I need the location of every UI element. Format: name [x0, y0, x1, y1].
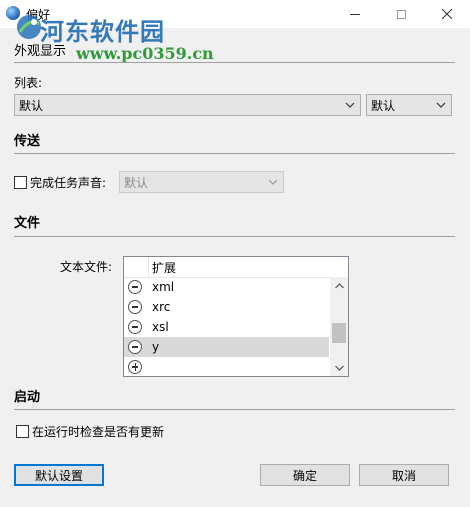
files-divider	[14, 236, 455, 237]
minimize-icon	[350, 13, 360, 15]
list-combo-secondary[interactable]: 默认	[366, 94, 452, 116]
list-combo-value: 默认	[19, 98, 44, 113]
list-combo[interactable]: 默认	[14, 94, 361, 116]
scroll-down-button[interactable]	[330, 359, 348, 376]
extensions-column-header[interactable]: 扩展	[124, 257, 330, 278]
transfer-section-title: 传送	[14, 134, 41, 149]
watermark-url: www.pc0359.cn	[76, 44, 214, 63]
chevron-down-icon	[436, 102, 446, 108]
defaults-button[interactable]: 默认设置	[14, 464, 104, 486]
sound-checkbox-label: 完成任务声音:	[30, 176, 107, 190]
window-title: 偏好	[26, 8, 51, 22]
list-item-label: xsl	[152, 320, 169, 334]
list-item-label: y	[152, 340, 160, 354]
app-icon	[6, 6, 20, 20]
appearance-divider	[14, 62, 455, 63]
sound-checkbox[interactable]	[14, 176, 27, 189]
list-item-label: xrc	[152, 300, 171, 314]
text-files-label: 文本文件:	[60, 260, 113, 274]
cancel-button[interactable]: 取消	[359, 464, 449, 486]
update-check-label: 在运行时检查是否有更新	[32, 425, 165, 439]
list-item[interactable]: xsl	[124, 317, 329, 337]
list-item[interactable]: xrc	[124, 297, 329, 317]
appearance-section-title: 外观显示	[14, 44, 67, 59]
minimize-button[interactable]	[332, 0, 378, 28]
sound-combo-value: 默认	[124, 175, 149, 190]
list-combo-secondary-value: 默认	[371, 98, 396, 113]
scroll-thumb[interactable]	[332, 323, 346, 343]
startup-divider	[14, 409, 455, 410]
scroll-up-button[interactable]	[330, 277, 348, 294]
extensions-column-header-label: 扩展	[152, 261, 177, 275]
chevron-down-icon	[268, 179, 278, 185]
close-button[interactable]	[424, 0, 470, 28]
transfer-divider	[14, 153, 455, 154]
add-icon[interactable]	[128, 360, 142, 374]
scroll-up-icon	[334, 282, 344, 288]
remove-icon[interactable]	[128, 280, 142, 294]
update-check-checkbox[interactable]	[16, 425, 29, 438]
list-item-selected[interactable]: y	[124, 337, 329, 357]
files-section-title: 文件	[14, 216, 41, 231]
maximize-icon	[396, 9, 406, 19]
list-item[interactable]: xml	[124, 277, 329, 297]
remove-icon[interactable]	[128, 300, 142, 314]
chevron-down-icon	[345, 102, 355, 108]
column-separator	[148, 257, 149, 277]
startup-section-title: 启动	[14, 390, 41, 405]
list-item-label: xml	[152, 280, 175, 294]
listbox-scrollbar[interactable]	[330, 277, 348, 376]
remove-icon[interactable]	[128, 320, 142, 334]
remove-icon[interactable]	[128, 340, 142, 354]
extensions-listbox[interactable]: 扩展 xml xrc xsl y	[123, 256, 349, 377]
ok-button[interactable]: 确定	[260, 464, 350, 486]
close-icon	[442, 9, 452, 19]
add-extension-row[interactable]	[124, 357, 329, 376]
maximize-button[interactable]	[378, 0, 424, 28]
scroll-down-icon	[334, 365, 344, 371]
sound-combo[interactable]: 默认	[119, 171, 284, 193]
list-label: 列表:	[14, 76, 43, 90]
